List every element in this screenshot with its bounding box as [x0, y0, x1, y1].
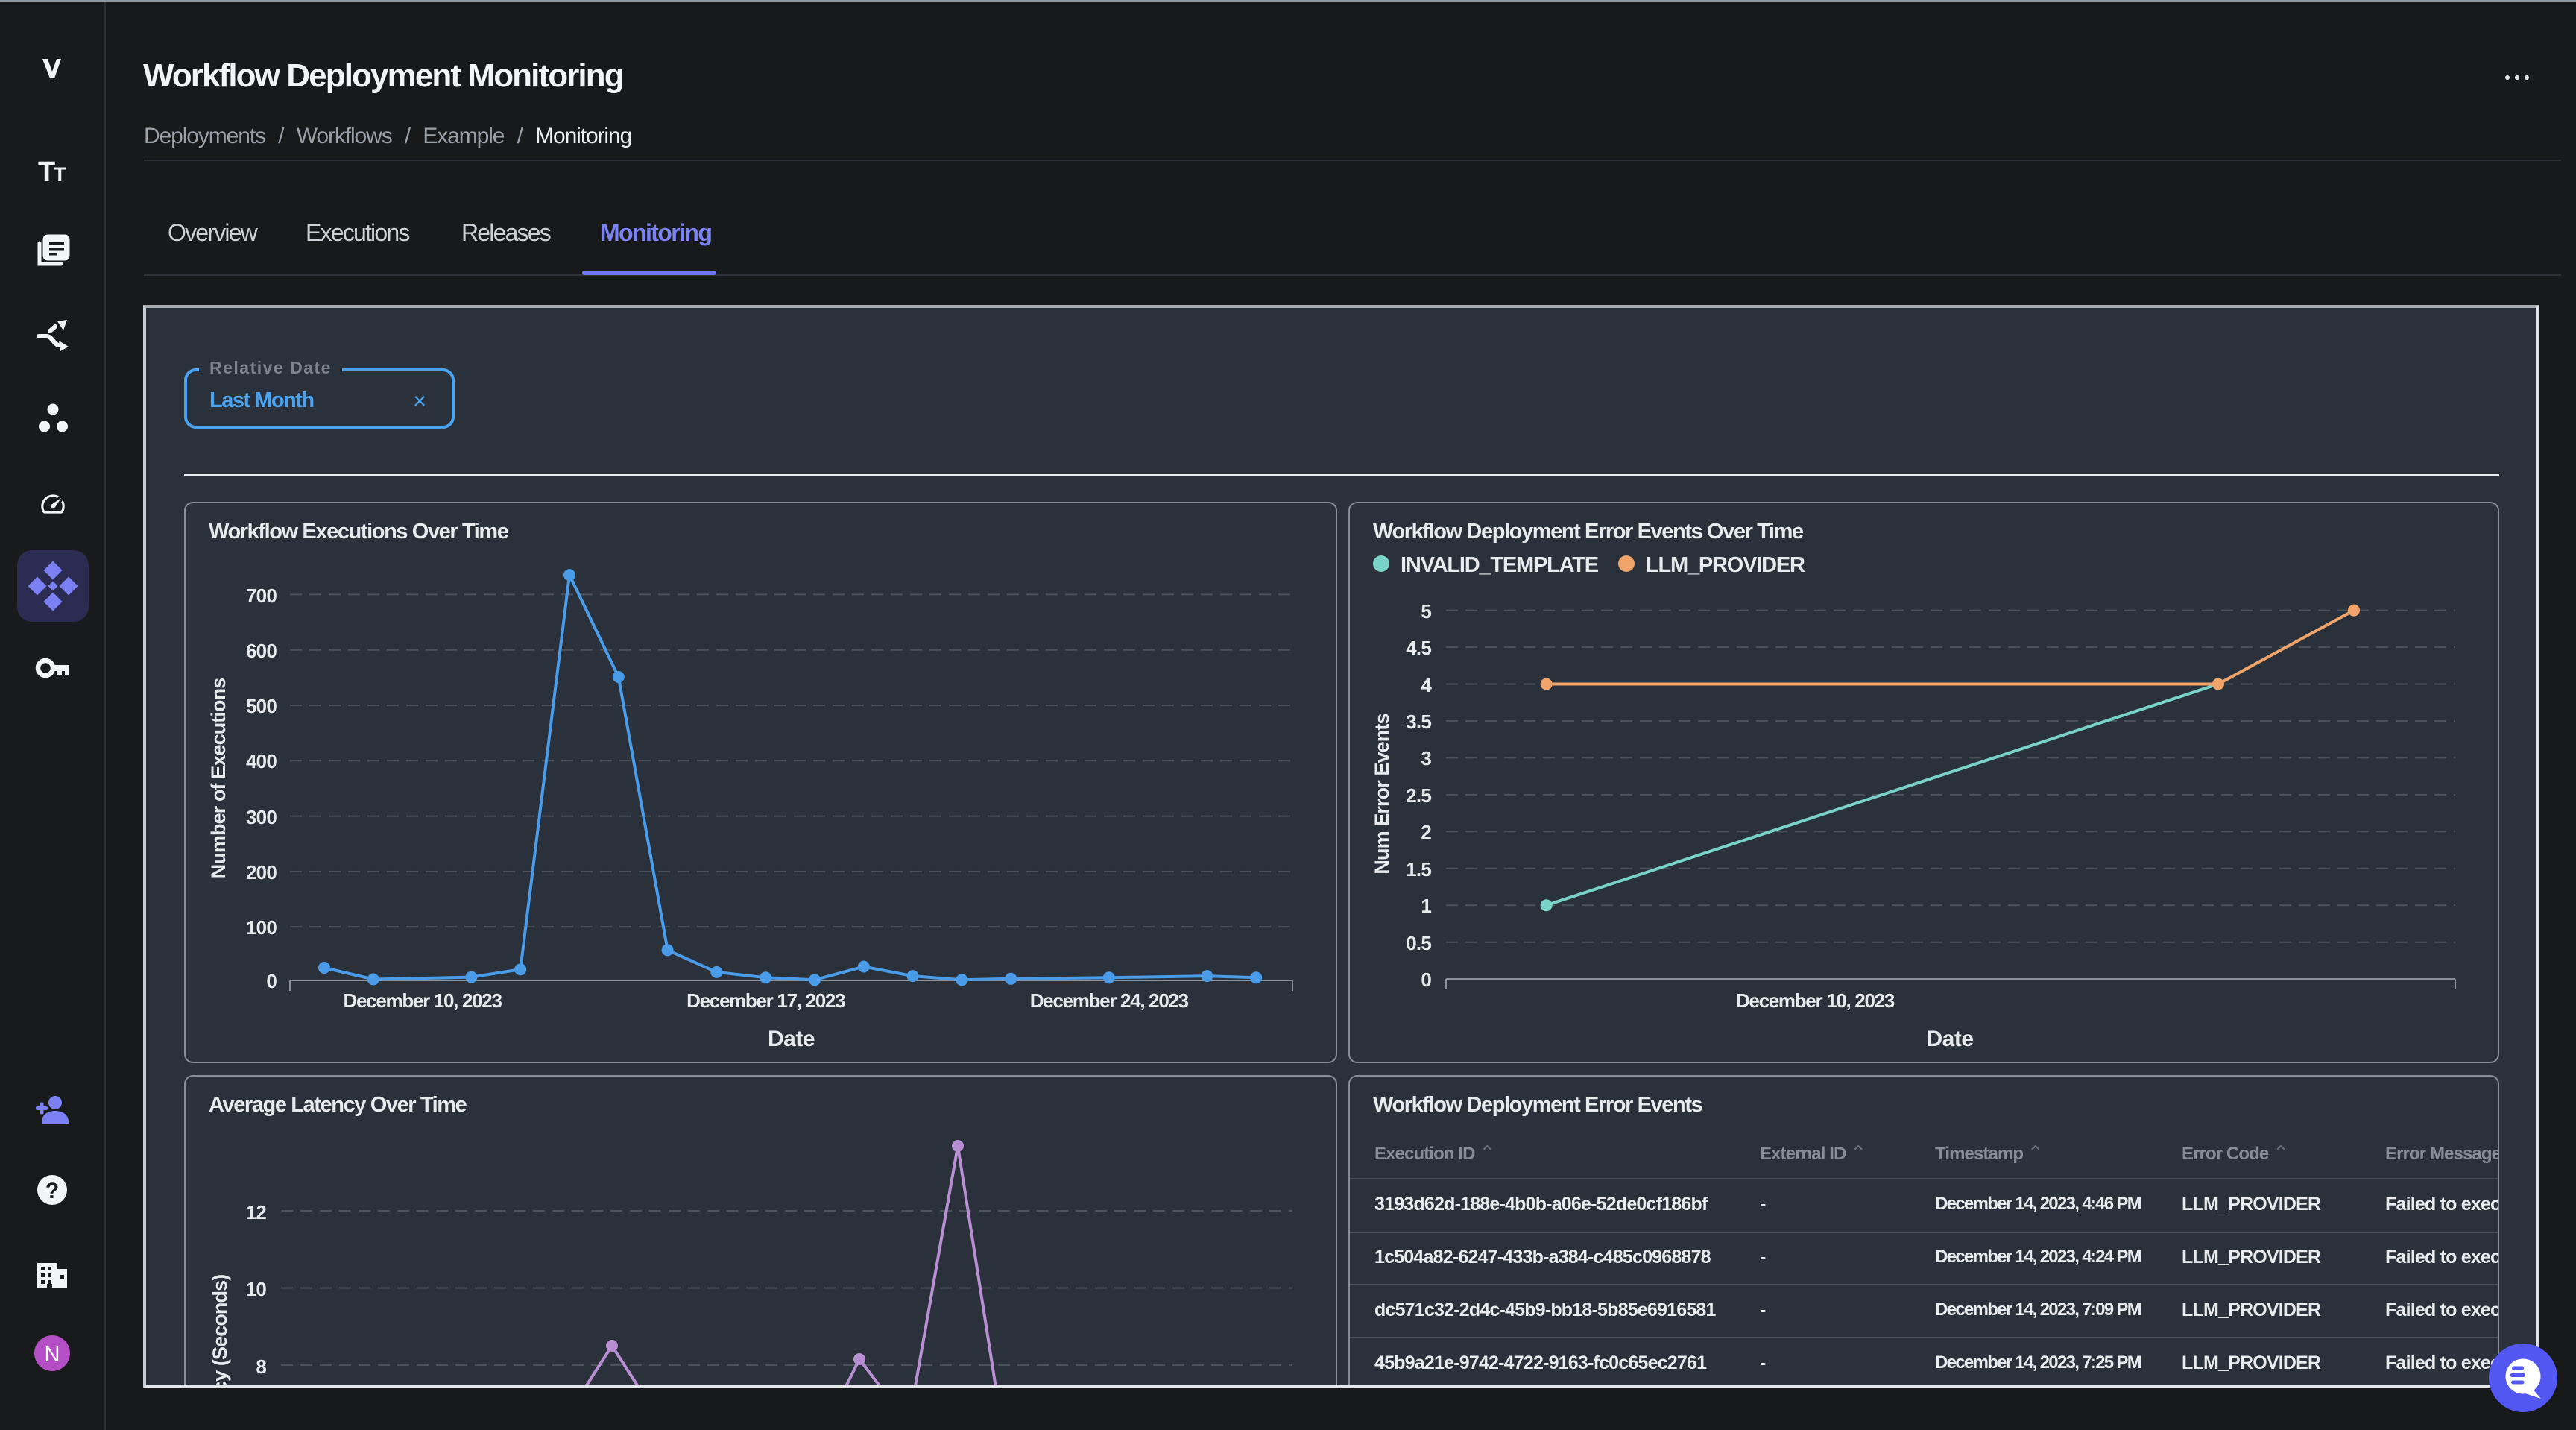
svg-text:0.5: 0.5: [1406, 932, 1431, 954]
svg-text:December 10, 2023: December 10, 2023: [1736, 989, 1895, 1012]
svg-text:600: 600: [246, 640, 277, 662]
svg-text:INVALID_TEMPLATE: INVALID_TEMPLATE: [1401, 553, 1599, 577]
svg-text:T: T: [54, 163, 66, 186]
svg-text:10: 10: [246, 1278, 267, 1300]
svg-text:0: 0: [1421, 968, 1431, 991]
svg-text:Num Error Events: Num Error Events: [1371, 714, 1393, 874]
svg-text:0: 0: [266, 970, 277, 992]
svg-text:December 24, 2023: December 24, 2023: [1030, 989, 1189, 1012]
svg-text:3: 3: [1421, 747, 1431, 769]
svg-text:100: 100: [246, 916, 277, 939]
svg-text:Date: Date: [1926, 1027, 1973, 1051]
svg-text:1: 1: [1421, 895, 1431, 917]
svg-text:200: 200: [246, 861, 277, 883]
svg-text:N: N: [45, 1343, 60, 1367]
svg-text:5: 5: [1421, 600, 1431, 623]
svg-text:700: 700: [246, 585, 277, 607]
svg-text:December 10, 2023: December 10, 2023: [344, 989, 502, 1012]
svg-text:12: 12: [246, 1201, 267, 1223]
svg-text:T: T: [38, 157, 55, 188]
svg-text:2: 2: [1421, 821, 1431, 843]
svg-text:500: 500: [246, 695, 277, 717]
svg-text:LLM_PROVIDER: LLM_PROVIDER: [1646, 553, 1805, 577]
svg-text:2.5: 2.5: [1406, 784, 1431, 807]
svg-text:300: 300: [246, 806, 277, 828]
svg-text:Date: Date: [768, 1027, 815, 1051]
svg-text:Number of Executions: Number of Executions: [207, 678, 230, 879]
svg-text:Average Latency (Seconds): Average Latency (Seconds): [209, 1275, 231, 1388]
svg-text:?: ?: [45, 1179, 59, 1203]
svg-text:4: 4: [1421, 674, 1432, 696]
svg-text:8: 8: [256, 1355, 266, 1378]
svg-text:400: 400: [246, 750, 277, 772]
svg-text:1.5: 1.5: [1406, 858, 1431, 881]
svg-text:3.5: 3.5: [1406, 711, 1431, 733]
svg-text:4.5: 4.5: [1406, 637, 1431, 659]
svg-text:December 17, 2023: December 17, 2023: [686, 989, 845, 1012]
